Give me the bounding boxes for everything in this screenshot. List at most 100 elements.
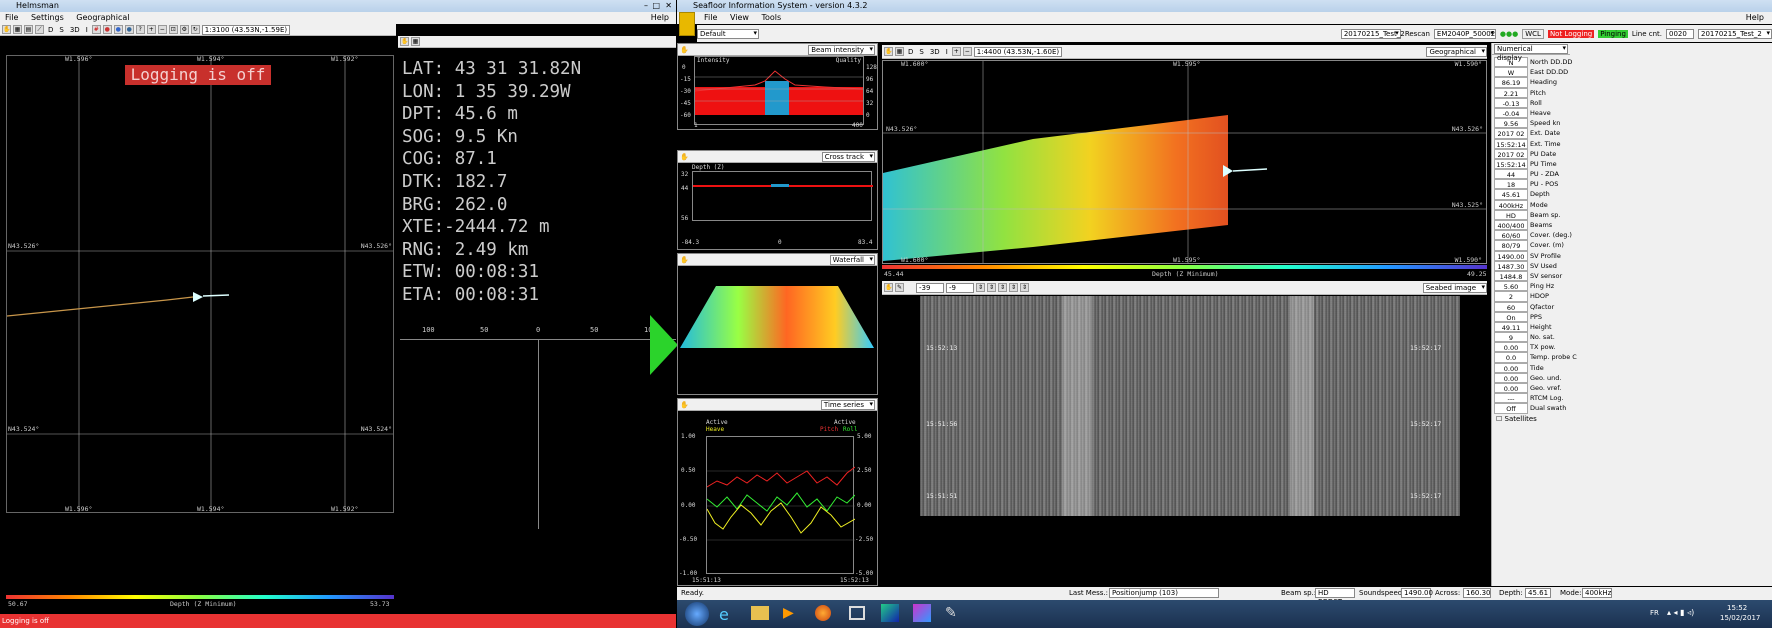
sis-app-icon[interactable] — [881, 604, 899, 622]
survey-right-select[interactable]: 20170215_Test_2 — [1698, 28, 1772, 39]
sounder-select[interactable]: EM2040P_50002 — [1433, 28, 1496, 39]
sis-menu-help[interactable]: Help — [1746, 12, 1764, 24]
window-app-icon[interactable] — [849, 606, 865, 620]
zoom-in-icon[interactable]: + — [146, 25, 156, 34]
numerical-key: RTCM Log. — [1530, 394, 1564, 403]
geo-zoom-out-icon[interactable]: − — [962, 47, 972, 56]
tool-app-icon[interactable]: ✎ — [945, 605, 957, 621]
language-indicator[interactable]: FR — [1650, 609, 1659, 617]
helmsman-map[interactable]: W1.596° W1.594° W1.592° N43.526° N43.524… — [6, 55, 394, 513]
wcl-button[interactable]: WCL — [1522, 28, 1544, 39]
geo-view-s[interactable]: S — [917, 48, 925, 56]
satellites-checkbox[interactable]: ☐ — [1496, 415, 1502, 423]
helmsman-app-icon[interactable] — [913, 604, 931, 622]
print-icon[interactable]: ▤ — [24, 25, 33, 34]
zoom-out-icon[interactable]: − — [157, 25, 167, 34]
ie-icon[interactable]: e — [719, 605, 729, 624]
seabed-arrow-icon[interactable]: ⇕ — [1020, 283, 1029, 292]
beam-intensity-select[interactable]: Beam intensity — [808, 44, 875, 55]
firefox-icon[interactable] — [815, 605, 831, 621]
seabed-select[interactable]: Seabed image — [1422, 282, 1487, 293]
explorer-icon[interactable] — [751, 606, 769, 620]
geo-right-label: N43.525° — [1451, 201, 1483, 209]
numerical-value: 1484.8 — [1494, 270, 1528, 282]
geo-view-d[interactable]: D — [906, 48, 915, 56]
beam-y2-tick: 0 — [866, 112, 870, 119]
panel-tool-icon[interactable]: ✋ — [680, 401, 689, 409]
view-s-button[interactable]: S — [57, 26, 65, 34]
numerical-row: 5.60 Ping Hz — [1494, 281, 1772, 292]
time-y2-tick: -5.00 — [855, 570, 874, 577]
ship-icon[interactable]: ● — [102, 25, 112, 34]
zoom-fit-icon[interactable]: ⊡ — [168, 25, 178, 34]
geo-pan-icon[interactable]: ✋ — [884, 47, 893, 56]
panel-tool-icon[interactable]: ✋ — [680, 153, 689, 161]
cross-track-select[interactable]: Cross track — [821, 151, 875, 162]
rescan-button[interactable]: Rescan — [1405, 30, 1430, 38]
seabed-arrow-icon[interactable]: ⇕ — [987, 283, 996, 292]
geo-view-3d[interactable]: 3D — [928, 48, 942, 56]
geo-map[interactable]: W1.600° W1.595° W1.590° N43.526° N43.526… — [882, 60, 1487, 264]
clock-time[interactable]: 15:52 — [1727, 604, 1747, 612]
geo-select[interactable]: Geographical — [1426, 46, 1487, 57]
nav-pan-icon[interactable]: ✋ — [400, 37, 409, 46]
copy-icon[interactable]: ▦ — [13, 25, 22, 34]
tray-icons[interactable]: ▴ ◂ ▮ ◃) — [1667, 608, 1694, 617]
numerical-value: 49.11 — [1494, 321, 1528, 333]
time-series-select[interactable]: Time series — [820, 399, 875, 410]
menu-settings[interactable]: Settings — [31, 13, 64, 22]
layer-icon[interactable]: ● — [113, 25, 123, 34]
refresh-icon[interactable]: ↻ — [190, 25, 200, 34]
nav-copy-icon[interactable]: ▦ — [411, 37, 420, 46]
satellites-row[interactable]: ☐ Satellites — [1492, 415, 1772, 423]
survey-select[interactable]: 20170215_Test_2 — [1340, 28, 1405, 39]
waterfall-select[interactable]: Waterfall — [829, 254, 875, 265]
pan-icon[interactable]: ✋ — [2, 25, 11, 34]
seabed-max-input[interactable]: -9 — [946, 282, 974, 293]
grid-icon[interactable]: # — [91, 25, 101, 34]
panel-tool-icon[interactable]: ✋ — [680, 46, 689, 54]
info-icon[interactable]: ? — [135, 25, 145, 34]
geo-copy-icon[interactable]: ▦ — [895, 47, 904, 56]
seabed-arrow-icon[interactable]: ⇕ — [976, 283, 985, 292]
pinging-badge[interactable]: Pinging — [1598, 29, 1628, 38]
numerical-key: SV Profile — [1530, 251, 1561, 260]
menu-geographical[interactable]: Geographical — [76, 13, 129, 22]
globe-icon[interactable]: ● — [124, 25, 134, 34]
seabed-brush-icon[interactable]: ✎ — [895, 283, 904, 292]
seabed-image[interactable]: 15:52:13 15:52:17 15:51:56 15:52:17 15:5… — [882, 296, 1487, 516]
seabed-arrow-icon[interactable]: ⇕ — [998, 283, 1007, 292]
seabed-pan-icon[interactable]: ✋ — [884, 283, 893, 292]
numerical-display-select[interactable]: Numerical display — [1494, 43, 1568, 62]
geo-zoom-in-icon[interactable]: + — [951, 47, 961, 56]
view-d-button[interactable]: D — [46, 26, 55, 34]
sis-menu-view[interactable]: View — [730, 13, 749, 22]
menu-file[interactable]: File — [5, 13, 18, 22]
measure-icon[interactable]: ⟋ — [35, 25, 44, 34]
settings-icon[interactable]: ⚙ — [179, 25, 189, 34]
numerical-row: 400/400 Beams — [1494, 220, 1772, 231]
layout-select[interactable]: Default — [697, 28, 759, 39]
numerical-row: W 1.59425East DD.DD — [1494, 67, 1772, 87]
start-button[interactable] — [685, 602, 709, 626]
seabed-min-input[interactable]: -39 — [916, 282, 944, 293]
menu-help[interactable]: Help — [651, 12, 669, 24]
view-i-button[interactable]: I — [84, 26, 90, 34]
close-icon[interactable]: ✕ — [665, 0, 672, 12]
numerical-row: -0.04 Heave — [1494, 107, 1772, 119]
seabed-arrow-icon[interactable]: ⇕ — [1009, 283, 1018, 292]
media-icon[interactable]: ▶ — [783, 605, 794, 621]
status-green-icon: ●●● — [1499, 29, 1519, 38]
panel-tool-icon[interactable]: ✋ — [680, 256, 689, 264]
sis-menu-file[interactable]: File — [704, 13, 717, 22]
line-cnt-field[interactable]: 0020 — [1666, 28, 1694, 39]
not-logging-badge[interactable]: Not Logging — [1547, 29, 1595, 38]
clock-date[interactable]: 15/02/2017 — [1720, 614, 1760, 622]
view-3d-button[interactable]: 3D — [68, 26, 82, 34]
maximize-icon[interactable]: □ — [652, 0, 660, 12]
sis-titlebar[interactable]: Seafloor Information System - version 4.… — [677, 0, 1772, 12]
helmsman-titlebar[interactable]: Helmsman – □ ✕ — [0, 0, 676, 12]
sis-menu-tools[interactable]: Tools — [761, 13, 781, 22]
geo-view-i[interactable]: I — [944, 48, 950, 56]
minimize-icon[interactable]: – — [644, 0, 648, 12]
